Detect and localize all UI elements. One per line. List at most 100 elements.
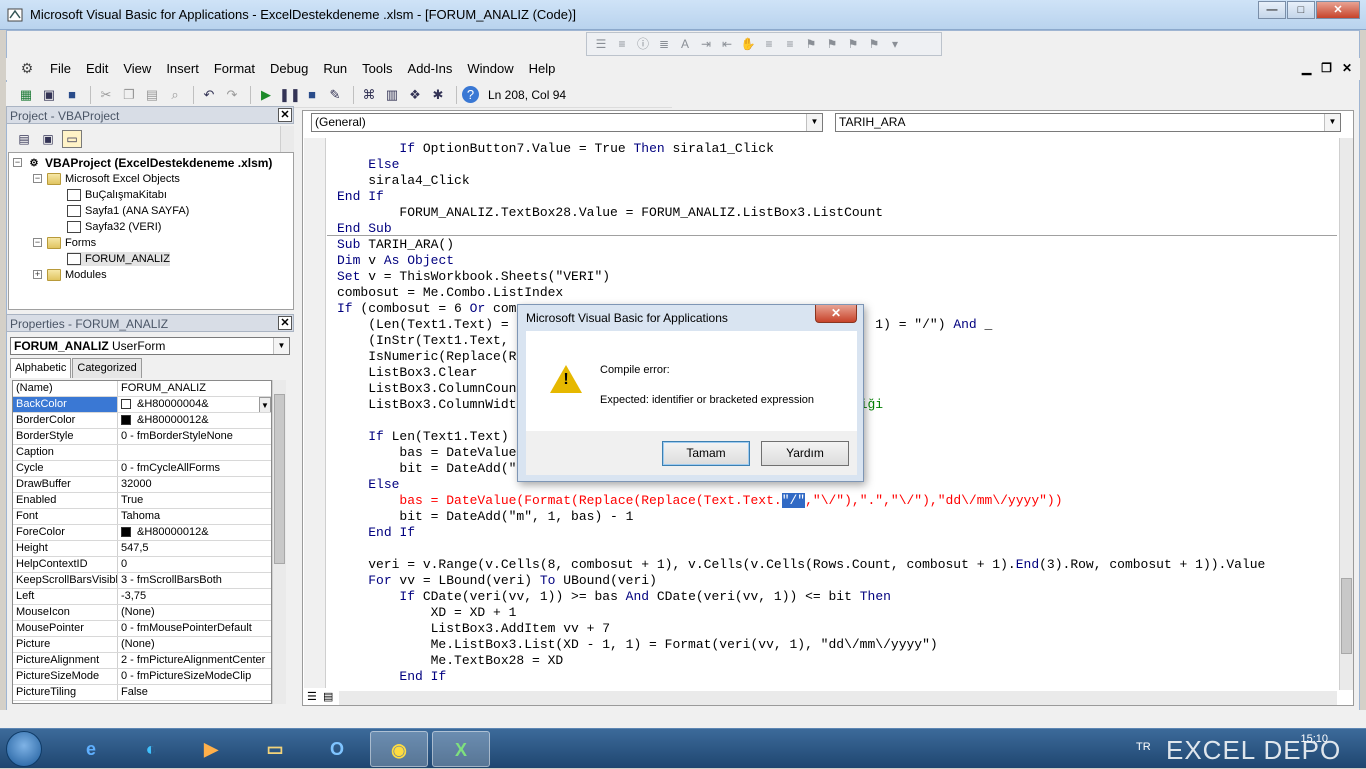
property-row[interactable]: DrawBuffer 32000 — [13, 477, 271, 493]
list-constants-icon[interactable]: ≡ — [614, 37, 630, 51]
code-line[interactable]: sirala4_Click — [337, 173, 1265, 189]
explorer-taskbar-icon[interactable]: ▭ — [246, 731, 304, 767]
tree-item-workbook[interactable]: BuÇalışmaKitabı — [67, 188, 167, 202]
collapse-icon[interactable]: − — [33, 238, 42, 247]
procedure-view-icon[interactable]: ☰ — [307, 690, 317, 703]
property-row[interactable]: MouseIcon (None) — [13, 605, 271, 621]
code-vertical-scrollbar[interactable] — [1339, 138, 1353, 690]
properties-scroll-thumb[interactable] — [274, 394, 285, 564]
code-line[interactable]: If OptionButton7.Value = True Then siral… — [337, 141, 1265, 157]
code-line[interactable]: FORUM_ANALIZ.TextBox28.Value = FORUM_ANA… — [337, 205, 1265, 221]
property-row[interactable]: PictureSizeMode 0 - fmPictureSizeModeClip — [13, 669, 271, 685]
redo-icon[interactable]: ↷ — [222, 85, 242, 105]
list-properties-icon[interactable]: ☰ — [593, 37, 609, 51]
chevron-down-icon[interactable]: ▼ — [273, 338, 289, 354]
property-row[interactable]: Font Tahoma — [13, 509, 271, 525]
outdent-icon[interactable]: ⇤ — [719, 37, 735, 51]
toggle-breakpoint-icon[interactable]: ✋ — [740, 37, 756, 51]
property-value[interactable]: FORUM_ANALIZ — [119, 381, 271, 396]
properties-window-icon[interactable]: ▥ — [382, 85, 402, 105]
bookmark-icon[interactable]: ⚑ — [803, 37, 819, 51]
toolbox-icon[interactable]: ✱ — [428, 85, 448, 105]
object-select[interactable]: FORUM_ANALIZ UserForm ▼ — [10, 337, 290, 355]
menu-insert[interactable]: Insert — [160, 59, 205, 79]
procedure-combo[interactable]: TARIH_ARA ▼ — [835, 113, 1341, 132]
menu-file[interactable]: File — [44, 59, 77, 79]
excel-view-icon[interactable]: ▦ — [16, 85, 36, 105]
menu-format[interactable]: Format — [208, 59, 261, 79]
code-line[interactable]: Me.ListBox3.List(XD - 1, 1) = Format(ver… — [337, 637, 1265, 653]
property-value[interactable]: 0 - fmBorderStyleNone — [119, 429, 271, 444]
property-value[interactable]: 2 - fmPictureAlignmentCenter — [119, 653, 271, 668]
expand-icon[interactable]: + — [33, 270, 42, 279]
property-value[interactable]: -3,75 — [119, 589, 271, 604]
menu-run[interactable]: Run — [317, 59, 353, 79]
code-line[interactable]: bit = DateAdd("m", 1, bas) - 1 — [337, 509, 1265, 525]
properties-scrollbar[interactable] — [272, 380, 286, 704]
paste-icon[interactable]: ▤ — [142, 85, 162, 105]
tree-item-forum-analiz[interactable]: FORUM_ANALIZ — [67, 252, 170, 266]
code-line[interactable]: XD = XD + 1 — [337, 605, 1265, 621]
property-value[interactable]: 0 — [119, 557, 271, 572]
property-value[interactable] — [119, 445, 271, 460]
code-line[interactable]: Me.TextBox28 = XD — [337, 653, 1265, 669]
start-button[interactable] — [6, 731, 42, 767]
property-row[interactable]: BorderColor &H80000012& — [13, 413, 271, 429]
code-line[interactable]: End If — [337, 525, 1265, 541]
parameter-info-icon[interactable]: ≣ — [656, 37, 672, 51]
property-row[interactable]: Height 547,5 — [13, 541, 271, 557]
clock[interactable]: 15:10 — [1300, 733, 1328, 745]
menu-tools[interactable]: Tools — [356, 59, 398, 79]
property-row[interactable]: Caption — [13, 445, 271, 461]
code-line[interactable]: bas = DateValue(Format(Replace(Replace(T… — [337, 493, 1265, 509]
excel-taskbar-icon[interactable]: X — [432, 731, 490, 767]
toggle-folders-icon[interactable]: ▭ — [62, 130, 82, 148]
language-indicator[interactable]: TR — [1136, 741, 1151, 753]
tree-forms[interactable]: Forms — [47, 236, 96, 250]
tab-categorized[interactable]: Categorized — [72, 358, 142, 378]
property-value[interactable]: 3 - fmScrollBarsBoth — [119, 573, 271, 588]
undo-icon[interactable]: ↶ — [199, 85, 219, 105]
menu-help[interactable]: Help — [523, 59, 562, 79]
property-row[interactable]: KeepScrollBarsVisible 3 - fmScrollBarsBot… — [13, 573, 271, 589]
maximize-button[interactable]: □ — [1287, 1, 1315, 19]
tree-modules[interactable]: Modules — [47, 268, 107, 282]
property-row[interactable]: BackColor &H80000004& ▼ — [13, 397, 271, 413]
code-line[interactable]: ListBox3.AddItem vv + 7 — [337, 621, 1265, 637]
reset-icon[interactable]: ■ — [302, 85, 322, 105]
run-icon[interactable]: ▶ — [256, 85, 276, 105]
tree-excel-objects[interactable]: Microsoft Excel Objects — [47, 172, 180, 186]
chevron-down-icon[interactable]: ▼ — [259, 397, 271, 412]
property-value[interactable]: False — [119, 685, 271, 700]
code-line[interactable]: Dim v As Object — [337, 253, 1265, 269]
code-line[interactable]: End If — [337, 189, 1265, 205]
mdi-close-button[interactable]: ✕ — [1342, 61, 1352, 75]
property-value[interactable]: 0 - fmCycleAllForms — [119, 461, 271, 476]
code-horizontal-scrollbar[interactable] — [339, 691, 1337, 705]
menu-window[interactable]: Window — [461, 59, 519, 79]
menu-debug[interactable]: Debug — [264, 59, 314, 79]
vba-menu-icon[interactable]: ⚙ — [16, 60, 38, 78]
project-panel-close-icon[interactable]: ✕ — [278, 108, 292, 122]
complete-word-icon[interactable]: A — [677, 37, 693, 51]
property-value[interactable]: &H80000012& — [119, 413, 271, 428]
break-icon[interactable]: ❚❚ — [279, 85, 301, 105]
mdi-restore-button[interactable]: ❐ — [1321, 61, 1332, 75]
property-row[interactable]: PictureTiling False — [13, 685, 271, 701]
code-line[interactable]: veri = v.Range(v.Cells(8, combosut + 1),… — [337, 557, 1265, 573]
code-line[interactable]: If CDate(veri(vv, 1)) >= bas And CDate(v… — [337, 589, 1265, 605]
toolbar-options-icon[interactable]: ▾ — [887, 37, 903, 51]
menu-edit[interactable]: Edit — [80, 59, 114, 79]
menu-add-ins[interactable]: Add-Ins — [402, 59, 459, 79]
copy-icon[interactable]: ❐ — [119, 85, 139, 105]
code-line[interactable]: End If — [337, 669, 1265, 685]
ie-taskbar-icon[interactable]: e — [62, 731, 120, 767]
code-line[interactable]: combosut = Me.Combo.ListIndex — [337, 285, 1265, 301]
dialog-close-button[interactable]: ✕ — [815, 305, 857, 323]
outlook-taskbar-icon[interactable]: O — [308, 731, 366, 767]
property-row[interactable]: Enabled True — [13, 493, 271, 509]
property-value[interactable]: 32000 — [119, 477, 271, 492]
code-line[interactable]: Set v = ThisWorkbook.Sheets("VERI") — [337, 269, 1265, 285]
minimize-button[interactable]: — — [1258, 1, 1286, 19]
code-scroll-thumb[interactable] — [1341, 578, 1352, 654]
